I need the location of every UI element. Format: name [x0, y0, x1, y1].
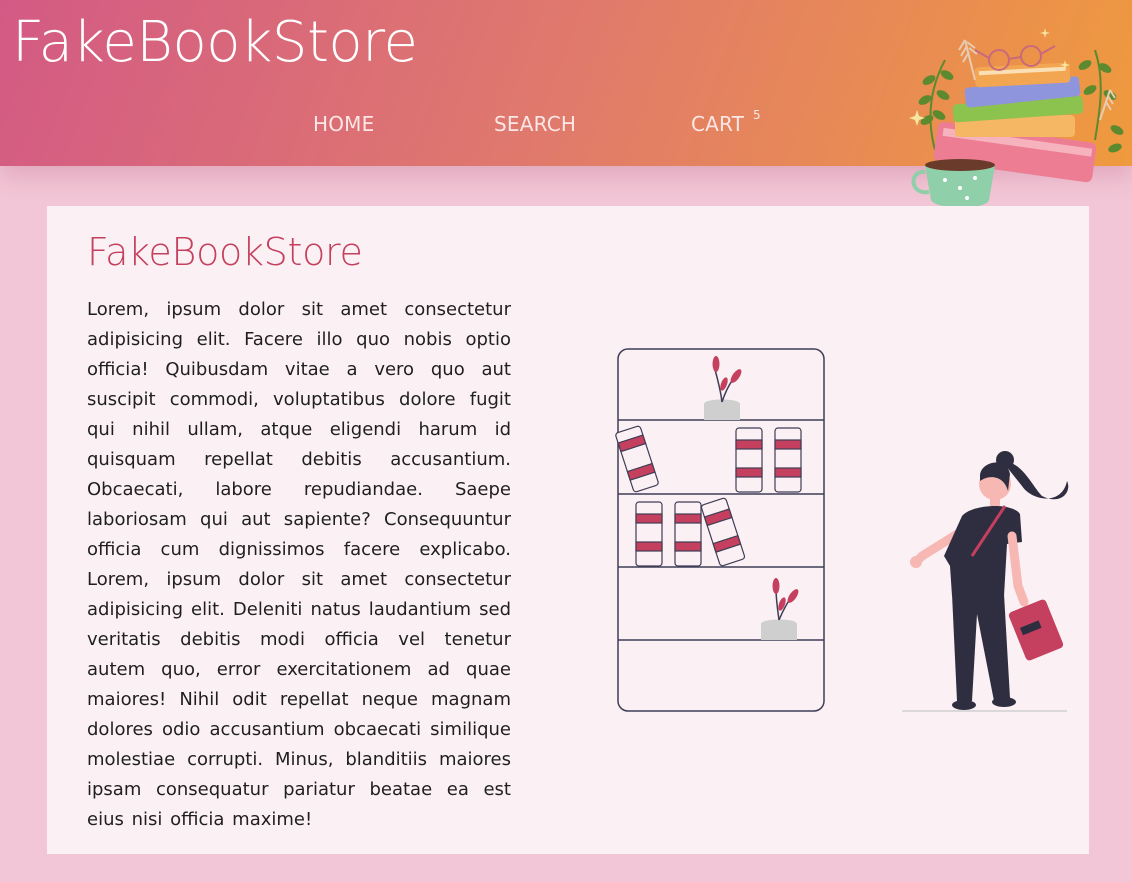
- nav-search-link[interactable]: SEARCH: [494, 112, 576, 136]
- content-panel: FakeBookStore Lorem, ipsum dolor sit ame…: [47, 206, 1089, 854]
- leaf-branch-right: [1078, 49, 1124, 153]
- bookshelf-woman-illustration: [615, 348, 1069, 712]
- plant-vase-bottom: [761, 578, 799, 640]
- intro-paragraph: Lorem, ipsum dolor sit amet consectetur …: [87, 299, 511, 830]
- teacup-icon: [911, 159, 995, 208]
- cart-count-badge: 5: [753, 108, 761, 122]
- nav-cart-link[interactable]: CART: [691, 112, 744, 136]
- book-stack-illustration: [909, 28, 1124, 208]
- site-header: FakeBookStore HOME SEARCH CART 5: [0, 0, 1132, 208]
- brand-logo-text[interactable]: FakeBookStore: [12, 10, 418, 75]
- woman-figure: [902, 451, 1069, 712]
- nav-home-link[interactable]: HOME: [313, 112, 374, 136]
- plant-vase-top: [704, 356, 742, 420]
- books-shelf-3: [635, 497, 746, 567]
- books-shelf-2: [615, 425, 802, 493]
- page-title: FakeBookStore: [87, 230, 363, 274]
